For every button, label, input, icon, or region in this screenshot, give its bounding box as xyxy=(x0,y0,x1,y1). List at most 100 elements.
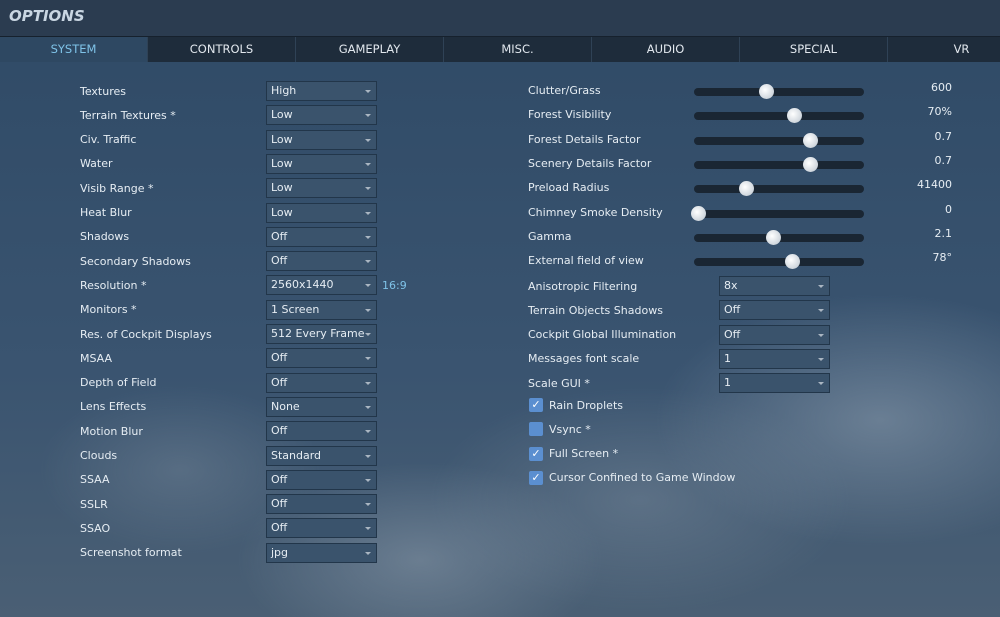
setting-label: Clouds xyxy=(80,449,118,462)
slider-label: Chimney Smoke Density xyxy=(528,205,663,219)
setting-dropdown[interactable]: jpg xyxy=(266,542,377,563)
setting-row: Cockpit Global Illumination Off xyxy=(528,324,830,345)
setting-dropdown[interactable]: None xyxy=(266,396,377,417)
checkbox-row[interactable]: Vsync * xyxy=(529,421,591,437)
setting-dropdown[interactable]: 512 Every Frame xyxy=(266,324,377,344)
setting-label: Secondary Shadows xyxy=(80,254,191,268)
setting-dropdown[interactable]: Low xyxy=(266,105,377,126)
setting-label: Anisotropic Filtering xyxy=(528,279,638,293)
slider-track[interactable] xyxy=(694,181,864,197)
slider-value: 600 xyxy=(931,81,952,94)
tab-controls[interactable]: CONTROLS xyxy=(148,37,296,62)
setting-row: MSAA Off xyxy=(80,348,377,369)
setting-label: SSAA xyxy=(80,473,110,487)
setting-label: Messages font scale xyxy=(528,352,640,366)
setting-row: Terrain Objects Shadows Off xyxy=(528,300,830,321)
setting-dropdown[interactable]: Off xyxy=(266,348,377,369)
setting-label: Terrain Textures * xyxy=(80,108,176,122)
slider-label: External field of view xyxy=(528,254,644,268)
setting-row: Heat Blur Low xyxy=(80,202,377,223)
checkbox-checked-icon[interactable]: ✓ xyxy=(529,470,543,485)
setting-dropdown[interactable]: Off xyxy=(266,251,377,272)
setting-row: Shadows Off xyxy=(80,226,377,247)
setting-row: Depth of Field Off xyxy=(80,372,377,393)
tab-misc[interactable]: MISC. xyxy=(444,37,592,62)
setting-row: Res. of Cockpit Displays 512 Every Frame xyxy=(80,324,377,344)
setting-label: SSAO xyxy=(80,521,111,535)
slider-label: Preload Radius xyxy=(528,181,610,195)
setting-row: SSAA Off xyxy=(80,469,377,490)
setting-dropdown[interactable]: Off xyxy=(719,300,830,321)
setting-row: Messages font scale 1 xyxy=(528,348,830,369)
setting-row: Visib Range * Low xyxy=(80,178,377,199)
checkbox-unchecked-icon[interactable] xyxy=(529,422,543,437)
setting-row: Terrain Textures * Low xyxy=(80,105,377,126)
slider-handle[interactable] xyxy=(765,229,781,245)
setting-row: SSAO Off xyxy=(80,518,377,539)
setting-dropdown[interactable]: Off xyxy=(266,421,377,442)
setting-dropdown[interactable]: Low xyxy=(266,202,377,223)
aspect-ratio-label: 16:9 xyxy=(382,278,407,292)
title-bar: OPTIONS xyxy=(0,0,1000,36)
setting-dropdown[interactable]: 8x xyxy=(719,276,830,296)
slider-handle[interactable] xyxy=(803,132,819,148)
tab-audio[interactable]: AUDIO xyxy=(592,37,740,62)
slider-handle[interactable] xyxy=(691,205,706,221)
tab-gameplay[interactable]: GAMEPLAY xyxy=(296,37,444,62)
setting-label: Terrain Objects Shadows xyxy=(528,303,663,317)
tab-special[interactable]: SPECIAL xyxy=(740,37,888,62)
tab-bar: SYSTEM CONTROLS GAMEPLAY MISC. AUDIO SPECIAL V… xyxy=(0,36,1000,62)
setting-dropdown[interactable]: Off xyxy=(266,518,377,539)
slider-handle[interactable] xyxy=(784,254,800,270)
slider-label: Gamma xyxy=(528,229,572,243)
slider-handle[interactable] xyxy=(738,181,754,197)
setting-label: Shadows xyxy=(80,230,130,244)
slider-handle[interactable] xyxy=(759,84,774,99)
setting-row: Screenshot format jpg xyxy=(80,542,377,563)
setting-row: Secondary Shadows Off xyxy=(80,251,377,272)
setting-dropdown[interactable]: 1 xyxy=(719,373,830,394)
setting-row: Motion Blur Off xyxy=(80,421,377,442)
slider-handle[interactable] xyxy=(803,156,819,172)
slider-label: Clutter/Grass xyxy=(528,84,601,97)
setting-label: Textures xyxy=(80,84,126,98)
setting-dropdown[interactable]: Low xyxy=(266,153,377,174)
slider-handle[interactable] xyxy=(787,108,803,124)
setting-dropdown[interactable]: Off xyxy=(719,324,830,345)
slider-value: 78° xyxy=(932,251,953,265)
setting-label: Monitors * xyxy=(80,303,137,317)
setting-label: Civ. Traffic xyxy=(80,133,137,147)
slider-track[interactable] xyxy=(694,84,864,99)
checkbox-checked-icon[interactable]: ✓ xyxy=(529,446,543,461)
slider-row: Forest Details Factor 0.7 xyxy=(528,130,952,150)
setting-row: Water Low xyxy=(80,153,377,174)
tab-vr[interactable]: VR xyxy=(888,37,1000,62)
setting-dropdown[interactable]: Low xyxy=(266,178,377,199)
setting-dropdown[interactable]: 1 xyxy=(719,348,830,369)
setting-dropdown[interactable]: Off xyxy=(266,372,377,393)
setting-row: SSLR Off xyxy=(80,494,377,515)
slider-track[interactable] xyxy=(694,229,864,245)
setting-dropdown[interactable]: Low xyxy=(266,129,377,150)
tab-system[interactable]: SYSTEM xyxy=(0,37,148,62)
setting-label: Water xyxy=(80,157,113,171)
slider-track[interactable] xyxy=(691,205,864,221)
setting-dropdown[interactable]: 2560x1440 xyxy=(266,275,377,296)
slider-track[interactable] xyxy=(694,254,864,270)
slider-track[interactable] xyxy=(694,156,864,172)
slider-track[interactable] xyxy=(694,132,864,148)
setting-dropdown[interactable]: Off xyxy=(266,469,377,490)
checkbox-row[interactable]: ✓ Rain Droplets xyxy=(529,397,623,413)
checkbox-row[interactable]: ✓ Full Screen * xyxy=(529,446,618,462)
checkbox-row[interactable]: ✓ Cursor Confined to Game Window xyxy=(529,470,735,486)
slider-track[interactable] xyxy=(694,108,864,124)
slider-value: 0.7 xyxy=(934,153,953,167)
setting-dropdown[interactable]: Standard xyxy=(266,445,377,466)
setting-dropdown[interactable]: Off xyxy=(266,226,377,247)
setting-dropdown[interactable]: Off xyxy=(266,494,377,515)
setting-row: Anisotropic Filtering 8x xyxy=(528,276,830,296)
setting-label: Resolution * xyxy=(80,278,147,292)
setting-dropdown[interactable]: 1 Screen xyxy=(266,299,377,320)
checkbox-checked-icon[interactable]: ✓ xyxy=(529,398,543,412)
setting-dropdown[interactable]: High xyxy=(266,81,377,101)
